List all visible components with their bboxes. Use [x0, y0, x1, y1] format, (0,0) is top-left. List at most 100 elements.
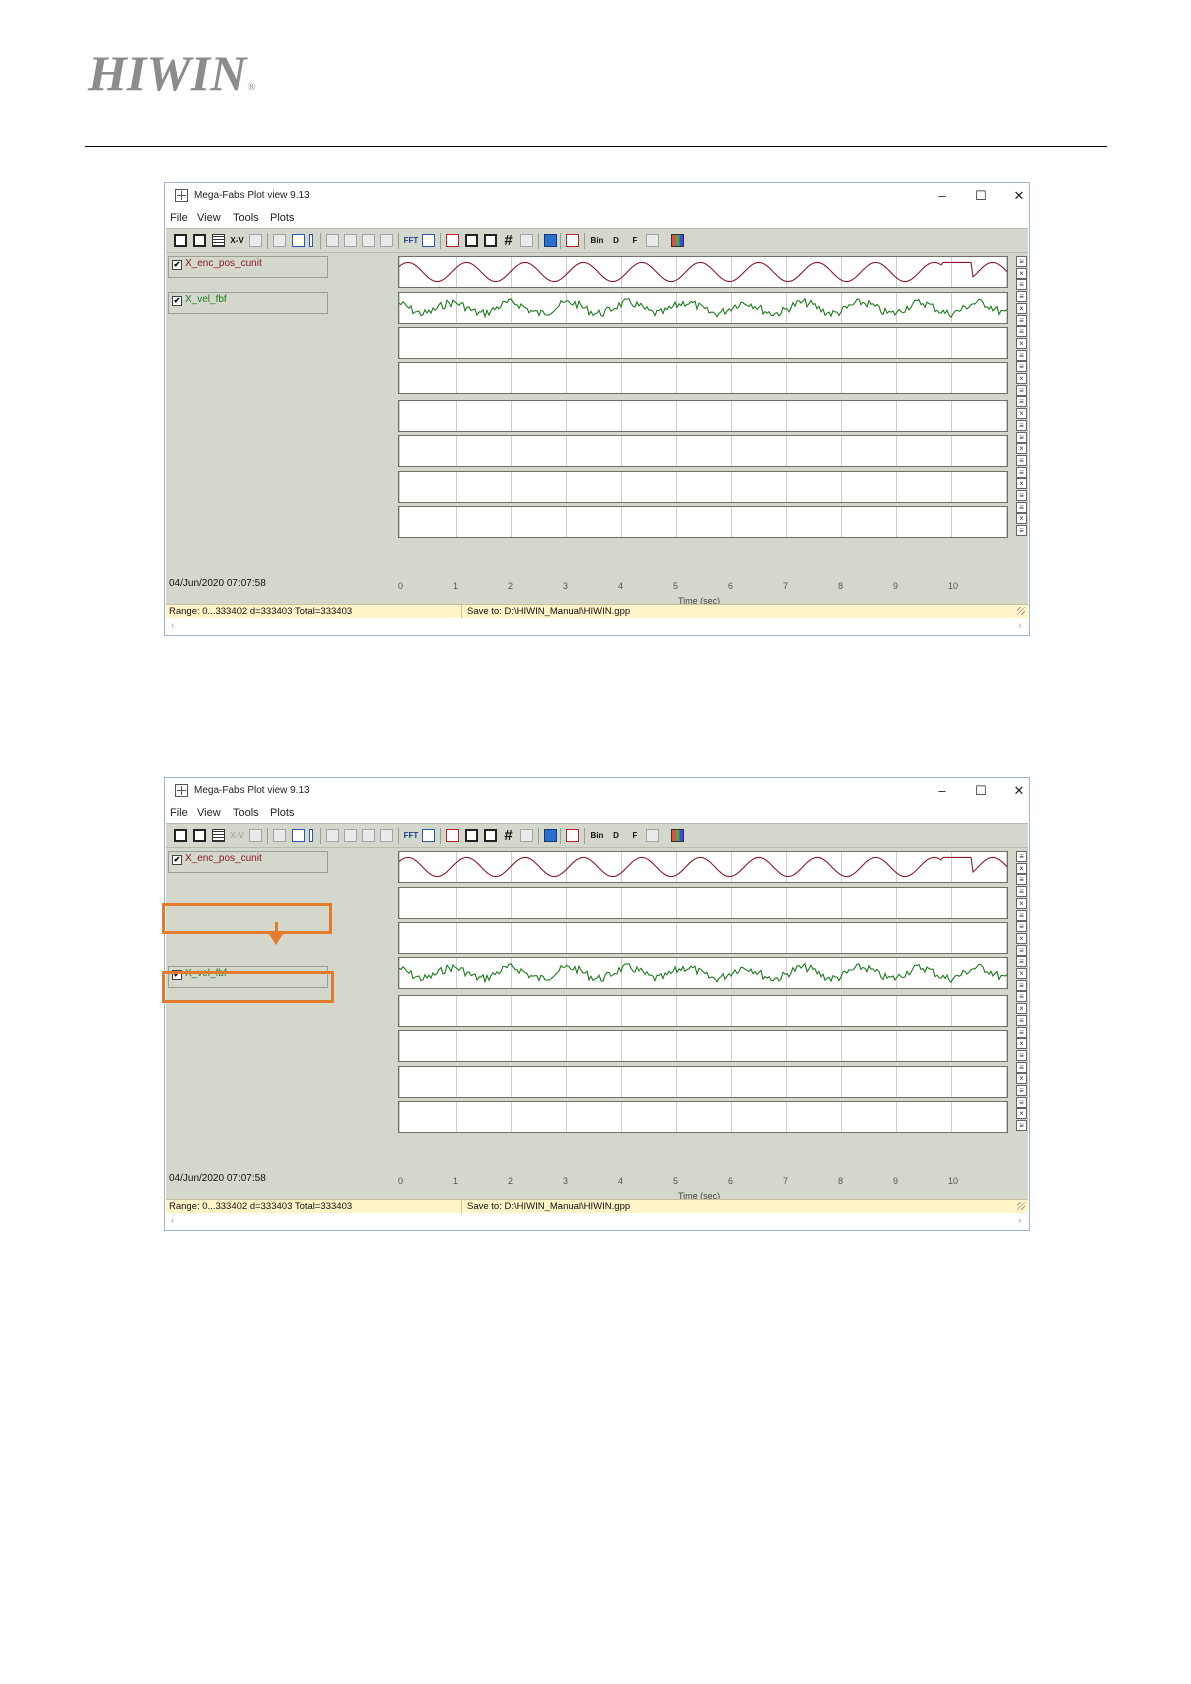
- save-file-icon[interactable]: [484, 234, 497, 247]
- float-button[interactable]: F: [627, 829, 643, 842]
- plot-close-icon[interactable]: ×: [1016, 408, 1027, 420]
- plot-panel-6[interactable]: [398, 1030, 1008, 1062]
- plot-panel-5[interactable]: [398, 400, 1008, 432]
- plot-scale-icon[interactable]: ≡: [1016, 886, 1027, 898]
- signal-slot-1[interactable]: ✔ X_enc_pos_cunit: [168, 851, 328, 873]
- plot-close-icon[interactable]: ×: [1016, 267, 1027, 279]
- horizontal-scrollbar[interactable]: ‹ ›: [166, 618, 1028, 634]
- zoom-y-in-icon[interactable]: [344, 234, 357, 247]
- pulse-icon[interactable]: [566, 234, 579, 247]
- resize-grip[interactable]: [1017, 607, 1025, 615]
- menu-file[interactable]: File: [170, 212, 188, 224]
- open-file-icon[interactable]: [465, 234, 478, 247]
- zoom-in-icon[interactable]: [326, 234, 339, 247]
- plot-scale-icon[interactable]: ≡: [1016, 1061, 1027, 1073]
- single-plot-icon[interactable]: [174, 829, 187, 842]
- plot-scale-icon[interactable]: ≡: [1016, 396, 1027, 408]
- zoom-y-out-icon[interactable]: [362, 829, 375, 842]
- xy-mode-icon[interactable]: [249, 829, 262, 842]
- zoom-reset-icon[interactable]: [380, 829, 393, 842]
- plot-close-icon[interactable]: ×: [1016, 1073, 1027, 1085]
- menu-plots[interactable]: Plots: [270, 212, 294, 224]
- signal-checkbox[interactable]: ✔: [172, 855, 182, 865]
- plot-scale-icon[interactable]: ≡: [1016, 991, 1027, 1003]
- plot-scale-icon[interactable]: ≡: [1016, 1014, 1027, 1026]
- open-file-icon[interactable]: [465, 829, 478, 842]
- plot-scale-icon[interactable]: ≡: [1016, 314, 1027, 326]
- fine-grid-icon[interactable]: [520, 234, 533, 247]
- vertical-cursor-icon[interactable]: [292, 234, 305, 247]
- fine-grid-icon[interactable]: [520, 829, 533, 842]
- plot-scale-icon[interactable]: ≡: [1016, 909, 1027, 921]
- divide-icon[interactable]: [646, 234, 659, 247]
- color-palette-icon[interactable]: [671, 234, 684, 247]
- plot-scale-icon[interactable]: ≡: [1016, 851, 1027, 862]
- single-cursor-icon[interactable]: [309, 829, 313, 842]
- plot-panel-4[interactable]: [398, 362, 1008, 394]
- plot-scale-icon[interactable]: ≡: [1016, 490, 1027, 501]
- plot-panel-2[interactable]: [398, 292, 1008, 324]
- close-button[interactable]: ✕: [1006, 187, 1032, 205]
- plot-scale-icon[interactable]: ≡: [1016, 361, 1027, 373]
- plot-panel-4[interactable]: [398, 957, 1008, 989]
- horizontal-scrollbar[interactable]: ‹ ›: [166, 1213, 1028, 1229]
- grid-toggle-icon[interactable]: #: [502, 233, 515, 248]
- close-button[interactable]: ✕: [1006, 782, 1032, 800]
- plot-scale-icon[interactable]: ≡: [1016, 419, 1027, 431]
- plot-scale-icon[interactable]: ≡: [1016, 279, 1027, 291]
- plot-scale-icon[interactable]: ≡: [1016, 1026, 1027, 1038]
- signal-checkbox[interactable]: ✔: [172, 260, 182, 270]
- decimal-button[interactable]: D: [608, 829, 624, 842]
- binary-button[interactable]: Bin: [589, 829, 605, 842]
- single-cursor-icon[interactable]: [309, 234, 313, 247]
- plot-close-icon[interactable]: ×: [1016, 443, 1027, 455]
- xv-mode-button[interactable]: X-V: [229, 234, 245, 247]
- plot-scale-icon[interactable]: ≡: [1016, 525, 1027, 537]
- plot-close-icon[interactable]: ×: [1016, 337, 1027, 349]
- scroll-left-icon[interactable]: ‹: [171, 1215, 174, 1226]
- signal-checkbox[interactable]: ✔: [172, 296, 182, 306]
- divide-icon[interactable]: [646, 829, 659, 842]
- maximize-button[interactable]: ☐: [968, 782, 994, 800]
- plot-close-icon[interactable]: ×: [1016, 1038, 1027, 1050]
- plot-panel-7[interactable]: [398, 1066, 1008, 1098]
- plot-scale-icon[interactable]: ≡: [1016, 384, 1027, 396]
- plot-scale-icon[interactable]: ≡: [1016, 291, 1027, 303]
- plot-scale-icon[interactable]: ≡: [1016, 1120, 1027, 1132]
- stack-plot-icon[interactable]: [193, 234, 206, 247]
- plot-panel-5[interactable]: [398, 995, 1008, 1027]
- menu-tools[interactable]: Tools: [233, 212, 259, 224]
- plot-scale-icon[interactable]: ≡: [1016, 1096, 1027, 1108]
- scroll-right-icon[interactable]: ›: [1018, 620, 1021, 631]
- zoom-y-out-icon[interactable]: [362, 234, 375, 247]
- plot-panel-3[interactable]: [398, 922, 1008, 954]
- print-icon[interactable]: [544, 829, 557, 842]
- menu-view[interactable]: View: [197, 807, 221, 819]
- plot-scale-icon[interactable]: ≡: [1016, 921, 1027, 933]
- scroll-right-icon[interactable]: ›: [1018, 1215, 1021, 1226]
- plot-scale-icon[interactable]: ≡: [1016, 454, 1027, 466]
- stack-plot-icon[interactable]: [193, 829, 206, 842]
- plot-scale-icon[interactable]: ≡: [1016, 431, 1027, 443]
- binary-button[interactable]: Bin: [589, 234, 605, 247]
- statistics-icon[interactable]: [446, 234, 459, 247]
- fft-button[interactable]: FFT: [403, 829, 419, 842]
- plot-close-icon[interactable]: ×: [1016, 968, 1027, 979]
- plot-close-icon[interactable]: ×: [1016, 897, 1027, 909]
- menu-plots[interactable]: Plots: [270, 807, 294, 819]
- plot-close-icon[interactable]: ×: [1016, 862, 1027, 874]
- plot-scale-icon[interactable]: ≡: [1016, 1085, 1027, 1096]
- pulse-icon[interactable]: [566, 829, 579, 842]
- signal-slot-2[interactable]: ✔ X_vel_fbf: [168, 292, 328, 314]
- horizontal-cursor-icon[interactable]: [273, 829, 286, 842]
- print-icon[interactable]: [544, 234, 557, 247]
- plot-close-icon[interactable]: ×: [1016, 932, 1027, 944]
- plot-panel-6[interactable]: [398, 435, 1008, 467]
- single-plot-icon[interactable]: [174, 234, 187, 247]
- plot-panel-2[interactable]: [398, 887, 1008, 919]
- plot-close-icon[interactable]: ×: [1016, 478, 1027, 490]
- plot-close-icon[interactable]: ×: [1016, 302, 1027, 314]
- save-file-icon[interactable]: [484, 829, 497, 842]
- minimize-button[interactable]: –: [929, 782, 955, 800]
- plot-panel-7[interactable]: [398, 471, 1008, 503]
